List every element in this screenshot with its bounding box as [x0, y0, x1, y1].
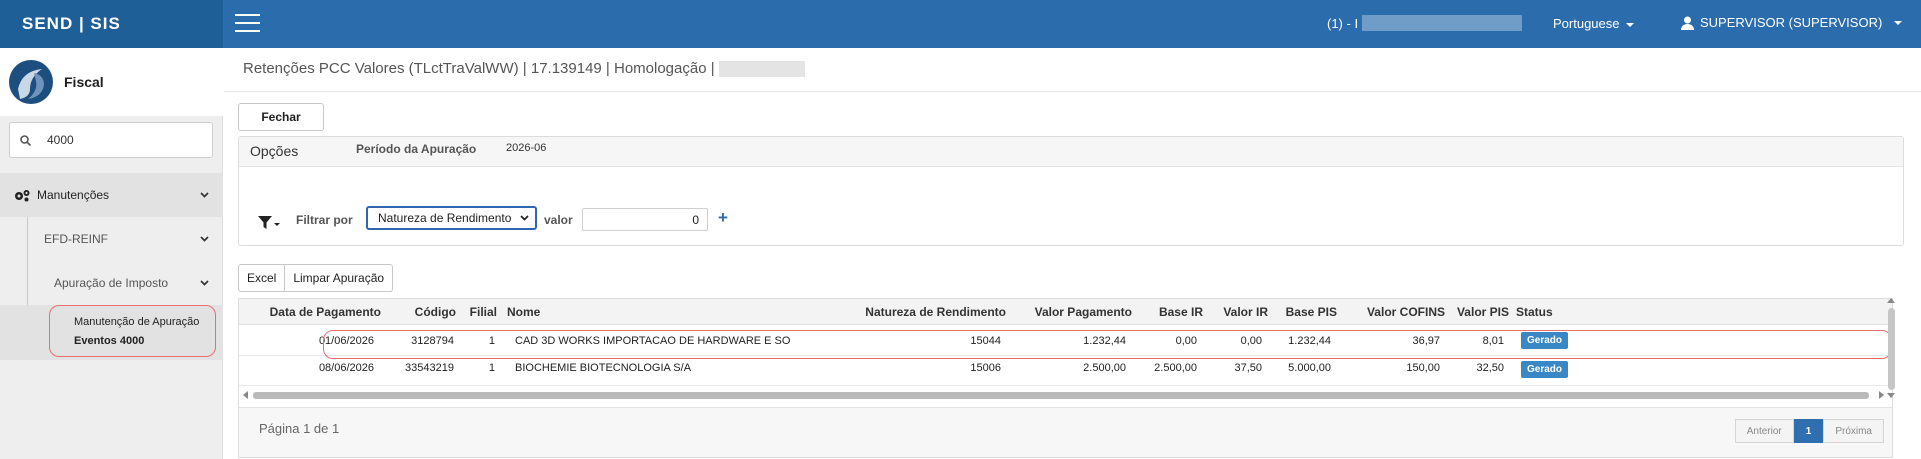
menu-item-manutencao-apuracao-eventos-4000[interactable]: Manutenção de Apuração Eventos 4000: [49, 305, 216, 357]
menu-item-efd-reinf[interactable]: EFD-REINF: [0, 217, 223, 261]
company-selector[interactable]: (1) - I: [1327, 15, 1523, 31]
col-valor-pagamento[interactable]: Valor Pagamento: [1035, 305, 1132, 319]
cell-valor-pis: 32,50: [1476, 362, 1504, 374]
valor-label: valor: [544, 213, 573, 227]
page-title: Retenções PCC Valores (TLctTraValWW) | 1…: [243, 60, 805, 77]
gears-icon: [15, 189, 30, 201]
module-header: Fiscal: [0, 48, 223, 116]
grid-footer: Página 1 de 1 Anterior 1 Próxima: [239, 407, 1892, 457]
scrollbar-thumb[interactable]: [1888, 308, 1895, 390]
language-label: Portuguese: [1553, 16, 1620, 31]
redacted-title-suffix: [718, 60, 805, 77]
search-icon: [20, 134, 31, 146]
menu-item-label: Manutenção de Apuração: [74, 316, 200, 328]
col-codigo[interactable]: Código: [415, 305, 456, 319]
periodo-label: Período da Apuração: [356, 142, 477, 156]
cell-nome: BIOCHEMIE BIOTECNOLOGIA S/A: [515, 362, 692, 374]
main-content: Retenções PCC Valores (TLctTraValWW) | 1…: [224, 48, 1921, 459]
col-data-pagamento[interactable]: Data de Pagamento: [270, 305, 381, 319]
add-filter-icon[interactable]: +: [718, 208, 728, 228]
periodo-value: 2026-06: [506, 142, 547, 154]
cell-base-ir: 2.500,00: [1154, 362, 1197, 374]
limpar-apuracao-button[interactable]: Limpar Apuração: [285, 264, 394, 292]
col-natureza-rendimento[interactable]: Natureza de Rendimento: [865, 305, 1006, 319]
menu-item-label-line2: Eventos 4000: [74, 335, 145, 347]
brand-logo[interactable]: SEND | SIS: [0, 0, 223, 48]
chevron-down-icon: [200, 192, 209, 198]
col-base-pis[interactable]: Base PIS: [1286, 305, 1337, 319]
user-icon: [1681, 16, 1694, 30]
highlighted-row-outline: [323, 330, 1892, 359]
cell-valor-pagamento: 2.500,00: [1083, 362, 1126, 374]
table-row[interactable]: 08/06/2026 33543219 1 BIOCHEMIE BIOTECNO…: [239, 356, 1892, 386]
page-title-text: Retenções PCC Valores (TLctTraValWW) | 1…: [243, 60, 715, 77]
chevron-down-icon: [1625, 22, 1634, 27]
brand-text: SEND | SIS: [22, 14, 121, 33]
menu-item-label: Apuração de Imposto: [54, 276, 169, 290]
col-nome[interactable]: Nome: [507, 305, 540, 319]
horizontal-scrollbar[interactable]: [239, 388, 1892, 402]
scroll-left-icon[interactable]: [243, 391, 248, 399]
scroll-up-icon[interactable]: [1887, 298, 1895, 303]
cell-valor-ir: 37,50: [1234, 362, 1262, 374]
chevron-down-icon: [200, 280, 209, 286]
cell-data-pagamento: 08/06/2026: [318, 362, 374, 374]
company-label: (1) - I: [1327, 15, 1359, 31]
options-panel-title: Opções: [239, 137, 1903, 167]
top-bar: SEND | SIS (1) - I Portuguese SUPERVISOR…: [0, 0, 1921, 48]
cell-codigo: 33543219: [405, 362, 454, 374]
menu-item-label: Manutenções: [37, 188, 110, 202]
cell-valor-cofins: 150,00: [1406, 362, 1440, 374]
col-base-ir[interactable]: Base IR: [1159, 305, 1203, 319]
excel-button[interactable]: Excel: [238, 264, 286, 292]
col-valor-cofins[interactable]: Valor COFINS: [1367, 305, 1445, 319]
pagination-next[interactable]: Próxima: [1823, 419, 1884, 443]
filter-icon[interactable]: [258, 216, 280, 230]
vertical-scrollbar[interactable]: [1884, 298, 1898, 398]
chevron-down-icon: [520, 215, 529, 221]
status-badge: Gerado: [1521, 361, 1569, 378]
col-filial[interactable]: Filial: [470, 305, 497, 319]
module-name: Fiscal: [64, 74, 104, 90]
language-selector[interactable]: Portuguese: [1553, 16, 1634, 31]
grid-actions: Excel Limpar Apuração: [238, 264, 394, 292]
scrollbar-thumb[interactable]: [253, 392, 1869, 399]
pagination: Anterior 1 Próxima: [1734, 419, 1884, 443]
cell-natureza: 15006: [970, 362, 1001, 374]
chevron-down-icon: [200, 236, 209, 242]
filter-field-select[interactable]: Natureza de Rendimento: [366, 206, 537, 230]
results-grid: Data de Pagamento Código Filial Nome Nat…: [238, 298, 1893, 458]
user-name: SUPERVISOR (SUPERVISOR): [1700, 15, 1883, 30]
col-status[interactable]: Status: [1516, 305, 1553, 319]
pagination-page-current[interactable]: 1: [1793, 419, 1824, 443]
scroll-down-icon[interactable]: [1887, 393, 1895, 398]
valor-input[interactable]: [582, 208, 708, 231]
col-valor-pis[interactable]: Valor PIS: [1457, 305, 1509, 319]
pagination-previous[interactable]: Anterior: [1734, 419, 1794, 443]
col-valor-ir[interactable]: Valor IR: [1223, 305, 1268, 319]
hamburger-menu-icon[interactable]: [235, 14, 260, 32]
filter-by-label: Filtrar por: [296, 213, 353, 227]
menu-search-input[interactable]: [47, 133, 187, 147]
chevron-down-icon: [1894, 20, 1903, 25]
menu-item-manutencoes[interactable]: Manutenções: [0, 173, 223, 217]
cell-base-pis: 5.000,00: [1288, 362, 1331, 374]
redacted-company-name: [1362, 15, 1523, 31]
close-button[interactable]: Fechar: [238, 103, 324, 131]
user-menu[interactable]: SUPERVISOR (SUPERVISOR): [1681, 15, 1903, 30]
sidebar: Fiscal Manutenções EFD-REINF Apuração de…: [0, 48, 223, 459]
menu-item-label: EFD-REINF: [44, 232, 108, 246]
page-info: Página 1 de 1: [259, 421, 340, 436]
filter-field-selected-value: Natureza de Rendimento: [378, 211, 512, 225]
menu-search-box[interactable]: [9, 122, 213, 158]
cell-filial: 1: [488, 362, 495, 374]
module-logo-icon: [9, 60, 53, 104]
title-divider: [224, 91, 1921, 92]
menu-item-apuracao-imposto[interactable]: Apuração de Imposto: [0, 261, 223, 305]
navbar: (1) - I Portuguese SUPERVISOR (SUPERVISO…: [223, 0, 1921, 48]
grid-header: Data de Pagamento Código Filial Nome Nat…: [239, 299, 1892, 325]
